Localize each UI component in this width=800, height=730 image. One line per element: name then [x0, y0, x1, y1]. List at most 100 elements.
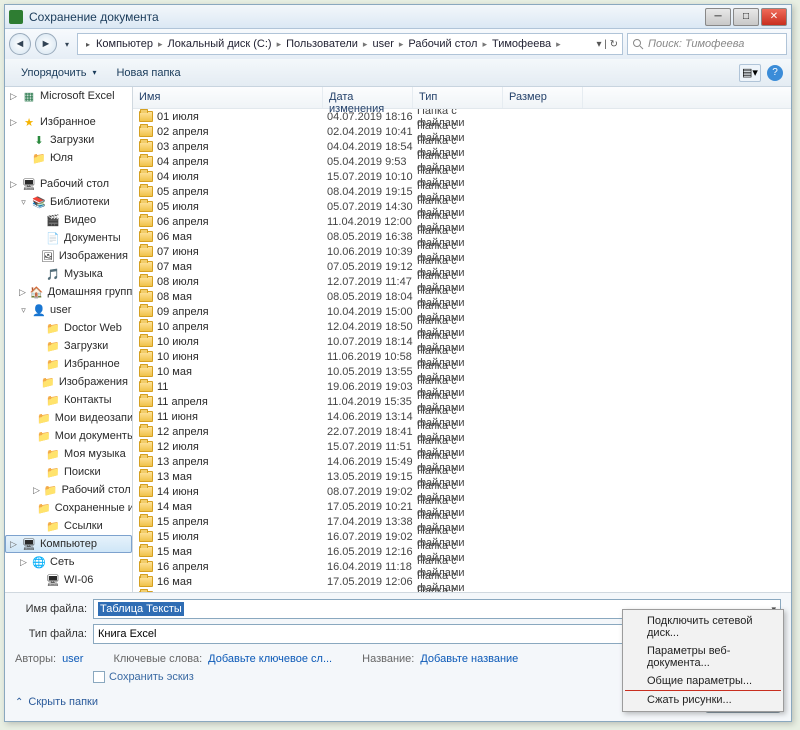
folder-icon [139, 381, 153, 392]
folder-icon [139, 321, 153, 332]
folder-icon [139, 231, 153, 242]
tree-item[interactable]: 🖥WI-06 [5, 571, 132, 589]
forward-button[interactable]: ► [35, 33, 57, 55]
sidebar[interactable]: ▷▦Microsoft Excel ▷★Избранное⬇Загрузки📁Юл… [5, 87, 133, 592]
tree-item[interactable]: ▷🖥Рабочий стол [5, 175, 132, 193]
tree-item[interactable]: 📁Моя музыка [5, 445, 132, 463]
tree-item[interactable]: 🎵Музыка [5, 265, 132, 283]
tree-item[interactable]: 📁Ссылки [5, 517, 132, 535]
tree-item[interactable]: ▷🌐Сеть [5, 553, 132, 571]
tree-item[interactable]: ▷📁Рабочий стол [5, 481, 132, 499]
tools-context-menu: Подключить сетевой диск... Параметры веб… [622, 609, 784, 712]
tree-item[interactable]: 📁Юля [5, 149, 132, 167]
navbar: ◄ ► ▾ ▸ Компьютер▸ Локальный диск (C:)▸ … [5, 29, 791, 59]
folder-icon [139, 441, 153, 452]
folder-icon [139, 591, 153, 592]
folder-icon [139, 171, 153, 182]
folder-icon [139, 186, 153, 197]
app-icon [9, 10, 23, 24]
titlebar: Сохранение документа ─ □ ✕ [5, 5, 791, 29]
window-title: Сохранение документа [29, 10, 705, 24]
tree-item[interactable]: 📁Doctor Web [5, 319, 132, 337]
col-date[interactable]: Дата изменения [323, 87, 413, 108]
column-headers[interactable]: Имя Дата изменения Тип Размер [133, 87, 791, 109]
folder-icon [139, 366, 153, 377]
folder-icon [139, 156, 153, 167]
tree-item[interactable]: 🎬Видео [5, 211, 132, 229]
tree-item[interactable]: 📁Сохраненные и [5, 499, 132, 517]
tree-item[interactable]: ▿👤user [5, 301, 132, 319]
folder-icon [139, 426, 153, 437]
close-button[interactable]: ✕ [761, 8, 787, 26]
file-list[interactable]: Имя Дата изменения Тип Размер 01 июля04.… [133, 87, 791, 592]
tree-item[interactable]: 🖼Изображения [5, 247, 132, 265]
tree-item[interactable]: 📁Контакты [5, 391, 132, 409]
hide-folders-button[interactable]: ⌃Скрыть папки [15, 696, 98, 708]
folder-icon [139, 486, 153, 497]
folder-icon [139, 291, 153, 302]
tree-item[interactable]: ▷▦Microsoft Excel [5, 87, 132, 105]
toolbar: Упорядочить Новая папка ▤▾ ? [5, 59, 791, 87]
folder-icon [139, 546, 153, 557]
back-button[interactable]: ◄ [9, 33, 31, 55]
folder-icon [139, 516, 153, 527]
tree-item[interactable]: 📁Поиски [5, 463, 132, 481]
folder-icon [139, 501, 153, 512]
tree-item[interactable]: 📁Избранное [5, 355, 132, 373]
tree-item[interactable]: ▷🏠Домашняя групп [5, 283, 132, 301]
folder-icon [139, 111, 153, 122]
col-type[interactable]: Тип [413, 87, 503, 108]
organize-button[interactable]: Упорядочить [13, 64, 104, 82]
col-size[interactable]: Размер [503, 87, 583, 108]
maximize-button[interactable]: □ [733, 8, 759, 26]
ctx-compress-pics[interactable]: Сжать рисунки... [625, 691, 781, 709]
tree-item[interactable]: ▷★Избранное [5, 113, 132, 131]
breadcrumb[interactable]: ▸ Компьютер▸ Локальный диск (C:)▸ Пользо… [77, 33, 623, 55]
minimize-button[interactable]: ─ [705, 8, 731, 26]
ctx-map-drive[interactable]: Подключить сетевой диск... [625, 612, 781, 642]
ctx-general-options[interactable]: Общие параметры... [625, 672, 781, 691]
col-name[interactable]: Имя [133, 87, 323, 108]
folder-icon [139, 351, 153, 362]
tree-item[interactable]: 📁Мои документь [5, 427, 132, 445]
filename-label: Имя файла: [15, 603, 93, 615]
folder-icon [139, 246, 153, 257]
keywords-value[interactable]: Добавьте ключевое сл... [208, 653, 332, 665]
folder-icon [139, 276, 153, 287]
ctx-web-options[interactable]: Параметры веб-документа... [625, 642, 781, 672]
folder-icon [139, 126, 153, 137]
title-value[interactable]: Добавьте название [420, 653, 518, 665]
tree-item[interactable]: 📁Загрузки [5, 337, 132, 355]
help-button[interactable]: ? [767, 65, 783, 81]
tree-item[interactable]: ⬇Загрузки [5, 131, 132, 149]
tree-item[interactable]: ▿📚Библиотеки [5, 193, 132, 211]
view-button[interactable]: ▤▾ [739, 64, 761, 82]
folder-icon [139, 471, 153, 482]
search-input[interactable]: Поиск: Тимофеева [627, 33, 787, 55]
folder-icon [139, 531, 153, 542]
folder-icon [139, 216, 153, 227]
authors-value[interactable]: user [62, 653, 83, 665]
folder-icon [139, 396, 153, 407]
tree-item[interactable]: 📁Мои видеозапи [5, 409, 132, 427]
history-dropdown[interactable]: ▾ [61, 33, 73, 55]
filetype-label: Тип файла: [15, 628, 93, 640]
folder-icon [139, 201, 153, 212]
folder-icon [139, 261, 153, 272]
tree-item[interactable]: ▷🖥Компьютер [5, 535, 132, 553]
folder-icon [139, 561, 153, 572]
folder-icon [139, 141, 153, 152]
authors-label: Авторы: [15, 653, 56, 665]
folder-icon [139, 306, 153, 317]
title-label: Название: [362, 653, 414, 665]
search-placeholder: Поиск: Тимофеева [648, 38, 744, 50]
search-icon [632, 38, 644, 50]
new-folder-button[interactable]: Новая папка [108, 64, 188, 82]
folder-icon [139, 456, 153, 467]
folder-icon [139, 576, 153, 587]
tree-item[interactable]: 📄Документы [5, 229, 132, 247]
folder-icon [139, 336, 153, 347]
tree-item[interactable]: 📁Изображения [5, 373, 132, 391]
keywords-label: Ключевые слова: [113, 653, 202, 665]
folder-icon [139, 411, 153, 422]
